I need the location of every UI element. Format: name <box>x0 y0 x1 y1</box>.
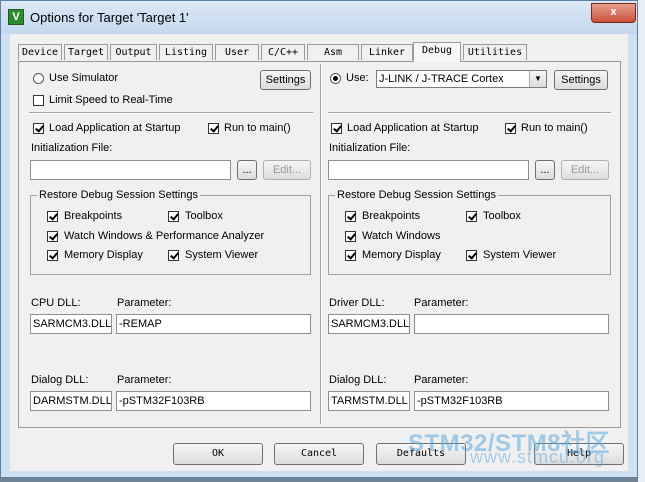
tab-debug[interactable]: Debug <box>413 42 461 62</box>
left-dialog-dll-input[interactable]: DARMSTM.DLL <box>30 391 112 411</box>
right-toolbox-checkbox[interactable] <box>466 211 477 222</box>
debug-panel: Use Simulator Settings Limit Speed to Re… <box>18 61 621 428</box>
tab-linker[interactable]: Linker <box>361 44 413 60</box>
background-desktop <box>638 0 645 482</box>
left-watch-checkbox[interactable] <box>47 231 58 242</box>
left-restore-group-title: Restore Debug Session Settings <box>37 189 200 201</box>
right-init-file-label: Initialization File: <box>329 142 411 154</box>
use-simulator-radio[interactable] <box>33 73 44 84</box>
title-bar[interactable]: V Options for Target 'Target 1' x <box>1 1 637 34</box>
right-breakpoints-checkbox[interactable] <box>345 211 356 222</box>
watermark-url: www.stmcu.org <box>470 447 606 467</box>
left-breakpoints-label: Breakpoints <box>64 210 123 222</box>
right-restore-group-title: Restore Debug Session Settings <box>335 189 498 201</box>
driver-param-input[interactable] <box>414 314 609 334</box>
tab-output[interactable]: Output <box>110 44 157 60</box>
right-system-viewer-checkbox[interactable] <box>466 250 477 261</box>
tab-utilities[interactable]: Utilities <box>463 44 527 60</box>
right-watch-checkbox[interactable] <box>345 231 356 242</box>
left-init-file-input[interactable] <box>30 160 231 180</box>
limit-speed-label: Limit Speed to Real-Time <box>49 94 173 106</box>
tab-user[interactable]: User <box>215 44 259 60</box>
ok-button[interactable]: OK <box>173 443 263 465</box>
driver-dll-input[interactable]: SARMCM3.DLL <box>328 314 410 334</box>
window-title: Options for Target 'Target 1' <box>30 10 189 25</box>
left-memory-checkbox[interactable] <box>47 250 58 261</box>
tab-asm[interactable]: Asm <box>307 44 359 60</box>
left-load-app-label: Load Application at Startup <box>49 122 181 134</box>
left-breakpoints-checkbox[interactable] <box>47 211 58 222</box>
tab-c-cpp[interactable]: C/C++ <box>261 44 305 60</box>
right-dialog-param-input[interactable]: -pSTM32F103RB <box>414 391 609 411</box>
chevron-down-icon[interactable]: ▼ <box>529 71 546 87</box>
right-toolbox-label: Toolbox <box>483 210 521 222</box>
left-init-file-label: Initialization File: <box>31 142 113 154</box>
left-dialog-dll-label: Dialog DLL: <box>31 374 89 386</box>
driver-param-label: Parameter: <box>414 297 469 309</box>
right-system-viewer-label: System Viewer <box>483 249 557 261</box>
left-dialog-param-label: Parameter: <box>117 374 172 386</box>
left-system-viewer-label: System Viewer <box>185 249 259 261</box>
right-run-to-main-checkbox[interactable] <box>505 123 516 134</box>
driver-dll-label: Driver DLL: <box>329 297 385 309</box>
right-separator <box>328 112 611 114</box>
right-memory-label: Memory Display <box>362 249 441 261</box>
options-dialog: V Options for Target 'Target 1' x Device… <box>0 0 638 478</box>
dialog-client: Device Target Output Listing User C/C++ … <box>10 34 628 471</box>
left-toolbox-checkbox[interactable] <box>168 211 179 222</box>
left-load-app-checkbox[interactable] <box>33 123 44 134</box>
right-watch-label: Watch Windows <box>362 230 441 242</box>
right-dialog-dll-label: Dialog DLL: <box>329 374 387 386</box>
right-load-app-checkbox[interactable] <box>331 123 342 134</box>
right-dialog-dll-input[interactable]: TARMSTM.DLL <box>328 391 410 411</box>
left-system-viewer-checkbox[interactable] <box>168 250 179 261</box>
right-dialog-param-label: Parameter: <box>414 374 469 386</box>
right-load-app-label: Load Application at Startup <box>347 122 479 134</box>
tab-listing[interactable]: Listing <box>159 44 213 60</box>
use-simulator-label: Use Simulator <box>49 72 119 84</box>
right-breakpoints-label: Breakpoints <box>362 210 421 222</box>
left-dialog-param-input[interactable]: -pSTM32F103RB <box>116 391 311 411</box>
left-browse-button[interactable]: ... <box>237 160 257 180</box>
use-driver-label: Use: <box>346 72 369 84</box>
left-watch-label: Watch Windows & Performance Analyzer <box>64 230 265 242</box>
cpu-param-label: Parameter: <box>117 297 172 309</box>
tab-target[interactable]: Target <box>64 44 108 60</box>
left-memory-label: Memory Display <box>64 249 143 261</box>
panel-divider <box>320 64 322 424</box>
left-run-to-main-checkbox[interactable] <box>208 123 219 134</box>
left-separator <box>29 112 313 114</box>
cpu-dll-label: CPU DLL: <box>31 297 81 309</box>
left-run-to-main-label: Run to main() <box>224 122 291 134</box>
right-run-to-main-label: Run to main() <box>521 122 588 134</box>
left-toolbox-label: Toolbox <box>185 210 223 222</box>
app-icon: V <box>8 9 24 25</box>
close-button[interactable]: x <box>591 3 636 23</box>
limit-speed-checkbox[interactable] <box>33 95 44 106</box>
right-browse-button[interactable]: ... <box>535 160 555 180</box>
left-edit-button[interactable]: Edit... <box>263 160 311 180</box>
debug-driver-select[interactable]: J-LINK / J-TRACE Cortex ▼ <box>376 70 547 88</box>
driver-settings-button[interactable]: Settings <box>554 70 608 90</box>
right-memory-checkbox[interactable] <box>345 250 356 261</box>
tab-device[interactable]: Device <box>18 44 62 60</box>
simulator-settings-button[interactable]: Settings <box>260 70 311 90</box>
cancel-button[interactable]: Cancel <box>274 443 364 465</box>
cpu-dll-input[interactable]: SARMCM3.DLL <box>30 314 112 334</box>
right-edit-button[interactable]: Edit... <box>561 160 609 180</box>
cpu-param-input[interactable]: -REMAP <box>116 314 311 334</box>
use-driver-radio[interactable] <box>330 73 341 84</box>
right-init-file-input[interactable] <box>328 160 529 180</box>
debug-driver-value: J-LINK / J-TRACE Cortex <box>379 73 504 85</box>
